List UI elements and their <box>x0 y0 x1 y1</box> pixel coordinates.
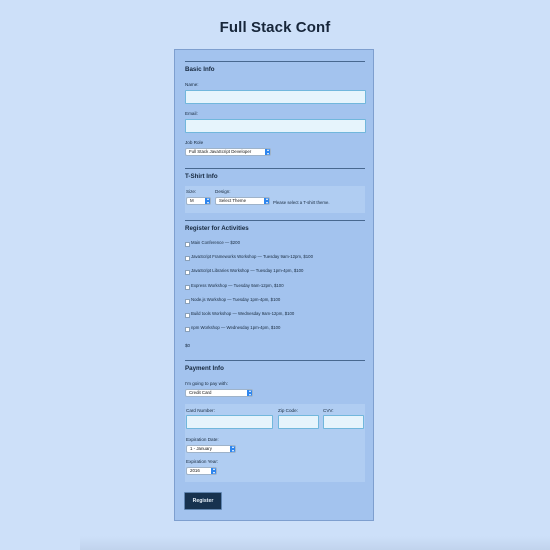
payment-method-select[interactable]: Credit Card ▴ ▾ <box>185 389 253 397</box>
activity-checkbox-nodejs[interactable] <box>185 299 190 304</box>
zip-code-label: Zip Code: <box>278 408 298 413</box>
activity-label: Main Conference — $200 <box>191 240 240 245</box>
registration-form: Basic Info Name: Email: Job Role Full St… <box>174 49 374 521</box>
expiration-date-label: Expiration Date: <box>186 437 219 442</box>
size-select[interactable]: M ▴ ▾ <box>186 197 211 205</box>
divider <box>185 61 365 62</box>
activity-checkbox-js-libraries[interactable] <box>185 270 190 275</box>
updown-chevron-icon: ▴ ▾ <box>264 197 269 205</box>
activities-total: $0 <box>185 343 191 348</box>
activity-label: Build tools Workshop — Wednesday 9am-12p… <box>191 311 295 316</box>
job-role-select[interactable]: Full Stack JavaScript Developer ▴ ▾ <box>185 148 271 156</box>
expiration-month-select[interactable]: 1 - January ▴ ▾ <box>186 445 236 453</box>
expiration-year-label: Expiration Year: <box>186 459 219 464</box>
activity-checkbox-express[interactable] <box>185 285 190 290</box>
card-number-label: Card Number: <box>186 408 215 413</box>
zip-code-input[interactable] <box>278 415 319 429</box>
updown-chevron-icon: ▴ ▾ <box>230 445 235 453</box>
activities-legend: Register for Activities <box>185 225 249 232</box>
activity-checkbox-js-frameworks[interactable] <box>185 256 190 261</box>
activity-label: Node.js Workshop — Tuesday 1pm-4pm, $100 <box>191 297 281 302</box>
page-shadow <box>80 536 550 550</box>
job-role-label: Job Role <box>185 140 204 145</box>
payment-method-value: Credit Card <box>189 390 212 395</box>
payment-info-legend: Payment Info <box>185 365 224 372</box>
tshirt-info-legend: T-Shirt Info <box>185 173 218 180</box>
job-role-value: Full Stack JavaScript Developer <box>189 149 252 154</box>
divider <box>185 220 365 221</box>
updown-chevron-icon: ▴ ▾ <box>265 148 270 156</box>
activity-checkbox-main-conference[interactable] <box>185 242 190 247</box>
updown-chevron-icon: ▴ ▾ <box>247 389 252 397</box>
activity-checkbox-npm[interactable] <box>185 327 190 332</box>
register-button[interactable]: Register <box>184 492 222 510</box>
size-label: Size: <box>186 189 197 194</box>
cvv-input[interactable] <box>323 415 364 429</box>
design-select[interactable]: Select Theme ▴ ▾ <box>215 197 270 205</box>
credit-card-panel: Card Number: Zip Code: CVV: Expiration D… <box>185 404 365 482</box>
updown-chevron-icon: ▴ ▾ <box>205 197 210 205</box>
expiration-year-value: 2016 <box>190 468 200 473</box>
updown-chevron-icon: ▴ ▾ <box>211 467 216 475</box>
design-label: Design: <box>215 189 231 194</box>
size-value: M <box>190 198 194 203</box>
page-title: Full Stack Conf <box>219 19 331 36</box>
activity-checkbox-build-tools[interactable] <box>185 313 190 318</box>
design-value: Select Theme <box>219 198 247 203</box>
pay-with-label: I'm going to pay with: <box>185 381 229 386</box>
expiration-month-value: 1 - January <box>190 446 212 451</box>
divider <box>185 360 365 361</box>
activity-label: JavaScript Libraries Workshop — Tuesday … <box>191 268 304 273</box>
name-input[interactable] <box>185 90 366 104</box>
tshirt-panel: Size: M ▴ ▾ Design: Select Theme ▴ ▾ Pleas… <box>185 186 365 213</box>
activity-label: JavaScript Frameworks Workshop — Tuesday… <box>191 254 313 259</box>
card-number-input[interactable] <box>186 415 273 429</box>
activity-label: Express Workshop — Tuesday 9am-12pm, $10… <box>191 283 284 288</box>
expiration-year-select[interactable]: 2016 ▴ ▾ <box>186 467 217 475</box>
name-label: Name: <box>185 82 199 87</box>
activity-label: npm Workshop — Wednesday 1pm-4pm, $100 <box>191 325 281 330</box>
design-hint: Please select a T-shirt theme. <box>273 200 330 205</box>
email-input[interactable] <box>185 119 366 133</box>
cvv-label: CVV: <box>323 408 334 413</box>
divider <box>185 168 365 169</box>
email-label: Email: <box>185 111 198 116</box>
basic-info-legend: Basic Info <box>185 66 215 73</box>
